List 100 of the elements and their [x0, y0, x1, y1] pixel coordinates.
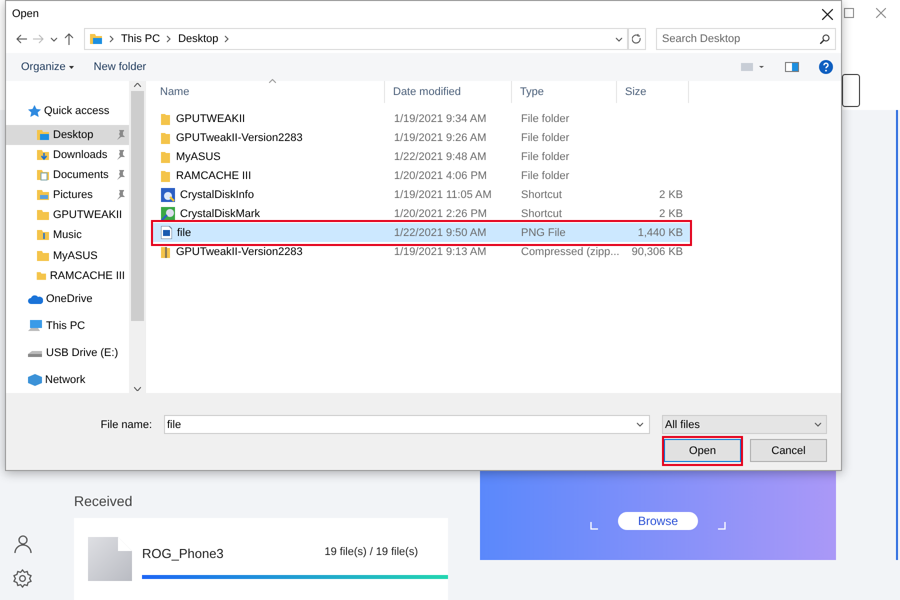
file-name-field[interactable]: file — [164, 415, 650, 434]
file-row[interactable]: CrystalDiskMark 1/20/2021 2:26 PM Shortcut 2 KB — [153, 204, 690, 223]
date-cell-text: 1/20/2021 4:06 PM — [393, 170, 488, 182]
nav-item[interactable]: Pictures — [6, 185, 129, 206]
type-cell-text: Compressed (zipp... — [520, 246, 618, 258]
nav-item[interactable]: Quick access — [6, 98, 129, 125]
type-cell-text: Shortcut — [520, 208, 563, 220]
chevron-icon — [224, 35, 230, 43]
dropdown-icon[interactable] — [636, 422, 644, 427]
phone-button[interactable] — [842, 74, 860, 107]
file-name: file — [153, 226, 386, 239]
chevron-icon — [108, 35, 115, 43]
settings-icon[interactable] — [13, 569, 32, 588]
preview-pane-icon[interactable] — [785, 62, 799, 72]
scroll-down-icon[interactable] — [134, 387, 140, 391]
size-cell-text: 90,306 KB — [630, 246, 684, 258]
help-icon[interactable] — [819, 60, 833, 74]
folder-icon — [88, 33, 103, 45]
file-row[interactable]: GPUTweakII-Version2283 1/19/2021 9:26 AM File folder — [153, 128, 690, 147]
folder-icon — [161, 150, 171, 162]
file-thumbnail-icon — [88, 537, 132, 581]
nav-item[interactable]: RAMCACHE III — [6, 266, 129, 286]
organize-button[interactable]: Organize — [21, 61, 74, 73]
maximize-icon[interactable] — [844, 8, 854, 18]
column-header[interactable]: Name — [152, 81, 385, 103]
up-arrow-icon[interactable] — [64, 33, 74, 45]
nav-item[interactable]: This PC — [6, 312, 129, 340]
file-name: CrystalDiskInfo — [153, 188, 386, 202]
file-row[interactable]: GPUTWEAKII 1/19/2021 9:34 AM File folder — [153, 109, 690, 128]
date-cell-text: 1/19/2021 9:26 AM — [393, 132, 488, 144]
view-options-icon[interactable] — [741, 63, 765, 71]
close-icon[interactable] — [822, 8, 833, 20]
section-heading: Received — [74, 493, 134, 509]
file-name: MyASUS — [153, 150, 386, 162]
frame-corner-icon — [590, 522, 598, 530]
type-cell-text: Shortcut — [520, 188, 563, 200]
date-cell-text: 1/20/2021 2:26 PM — [393, 208, 488, 220]
documents-folder-icon — [36, 169, 50, 182]
caret-icon — [68, 66, 74, 68]
breadcrumb-item[interactable]: Desktop — [178, 33, 218, 45]
size-cell-text: 2 KB — [658, 208, 684, 220]
window-title: Open — [12, 8, 39, 20]
star-icon — [28, 105, 41, 118]
nav-item[interactable]: Downloads — [6, 144, 129, 166]
folder-icon — [161, 132, 171, 144]
computer-icon — [28, 320, 43, 332]
column-header[interactable]: Date modified — [385, 81, 512, 103]
back-arrow-icon[interactable] — [16, 34, 27, 44]
file-row[interactable]: GPUTweakII-Version2283 1/19/2021 9:13 AM Compressed (zipp... 90,306 KB — [153, 242, 690, 261]
file-type-dropdown[interactable]: All files — [662, 415, 827, 434]
file-name: RAMCACHE III — [153, 170, 386, 182]
nav-item[interactable]: MyASUS — [6, 245, 129, 266]
refresh-icon — [632, 34, 642, 44]
browse-button[interactable]: Browse — [618, 512, 698, 530]
music-folder-icon — [36, 229, 50, 242]
dialog-button[interactable]: Cancel — [750, 439, 827, 462]
recent-locations-icon[interactable] — [50, 36, 58, 42]
search-field[interactable]: Search Desktop — [656, 28, 836, 50]
nav-item[interactable]: GPUTWEAKII — [6, 205, 129, 226]
nav-item[interactable]: Desktop — [6, 124, 129, 145]
dropdown-icon[interactable] — [814, 422, 822, 427]
file-name: CrystalDiskMark — [153, 206, 386, 220]
type-cell-text: File folder — [520, 170, 570, 182]
file-name: GPUTWEAKII — [153, 112, 386, 124]
column-header[interactable]: Type — [512, 81, 617, 103]
image-file-icon — [161, 226, 172, 239]
refresh-button[interactable] — [628, 28, 646, 50]
address-dropdown-icon[interactable] — [615, 36, 624, 42]
nav-item[interactable]: Network — [6, 366, 129, 393]
type-cell-text: File folder — [520, 132, 570, 144]
drive-icon — [28, 348, 43, 357]
nav-item[interactable]: Documents — [6, 165, 129, 186]
file-row[interactable]: RAMCACHE III 1/20/2021 4:06 PM File folder — [153, 166, 690, 185]
folder-icon — [36, 270, 47, 282]
breadcrumb-item[interactable]: This PC — [120, 33, 160, 45]
nav-item[interactable]: Music — [6, 225, 129, 246]
date-cell-text: 1/19/2021 9:34 AM — [393, 112, 488, 124]
dialog-button[interactable]: Open — [664, 439, 741, 462]
scrollbar-thumb[interactable] — [130, 91, 144, 321]
file-row[interactable]: MyASUS 1/22/2021 9:48 AM File folder — [153, 147, 690, 166]
folder-icon — [36, 209, 50, 222]
new-folder-button[interactable]: New folder — [94, 61, 146, 73]
date-cell-text: 1/22/2021 9:48 AM — [393, 150, 488, 162]
file-name: GPUTweakII-Version2283 — [153, 246, 386, 258]
user-icon[interactable] — [14, 535, 32, 553]
size-cell-text: 2 KB — [658, 188, 684, 200]
downloads-folder-icon — [36, 148, 50, 161]
nav-item[interactable]: USB Drive (E:) — [6, 339, 129, 366]
type-cell-text: File folder — [520, 112, 570, 124]
column-header[interactable]: Size — [617, 81, 689, 103]
date-cell-text: 1/19/2021 9:13 AM — [393, 246, 488, 258]
disk-shortcut-icon — [161, 188, 175, 202]
scroll-up-icon[interactable] — [134, 83, 140, 87]
network-icon — [28, 374, 42, 386]
transfer-card[interactable]: ROG_Phone3 19 file(s) / 19 file(s) — [74, 518, 448, 600]
search-icon[interactable] — [820, 34, 830, 44]
type-cell-text: PNG File — [520, 226, 567, 238]
nav-item[interactable]: OneDrive — [6, 286, 129, 312]
file-row[interactable]: CrystalDiskInfo 1/19/2021 11:05 AM Shortcut 2 KB — [153, 185, 690, 204]
address-bar[interactable]: This PC Desktop — [84, 28, 628, 50]
